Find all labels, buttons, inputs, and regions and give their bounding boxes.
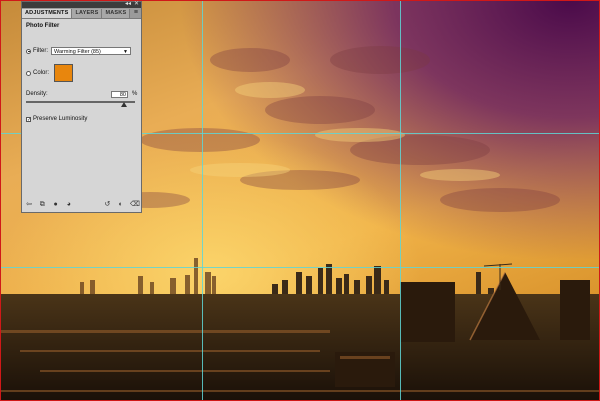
tab-layers[interactable]: LAYERS — [72, 9, 103, 18]
density-label: Density: — [26, 91, 48, 97]
adjustment-title: Photo Filter — [26, 23, 60, 29]
color-row: Color: — [26, 64, 74, 82]
density-row: Density: — [26, 91, 48, 97]
filter-row: Filter: Warming Filter (85) ▼ — [26, 47, 131, 55]
panel-tabs: ADJUSTMENTS LAYERS MASKS ≡ — [22, 8, 141, 19]
back-arrow-icon[interactable]: ⇦ — [25, 201, 33, 209]
color-label: Color: — [33, 70, 50, 76]
filter-select[interactable]: Warming Filter (85) ▼ — [51, 47, 131, 55]
guide-vertical[interactable] — [400, 0, 401, 401]
panel-menu-icon[interactable]: ≡ — [134, 9, 138, 17]
preserve-label: Preserve Luminosity — [33, 116, 88, 122]
preserve-row: ✓ Preserve Luminosity — [26, 116, 87, 122]
view-previous-icon[interactable]: ◕ — [65, 201, 73, 209]
color-swatch[interactable] — [54, 64, 74, 82]
collapse-icon[interactable]: ◂◂ — [125, 1, 131, 8]
trash-icon[interactable]: ⌫ — [130, 201, 140, 209]
panel-toolbar: ⇦ ⧉ ● ◕ ↺ ◐ ⌫ — [22, 198, 141, 212]
chevron-down-icon: ▼ — [123, 49, 128, 55]
filter-radio[interactable] — [26, 48, 31, 54]
visibility-toggle-icon[interactable]: ◐ — [117, 201, 125, 209]
density-unit: % — [132, 91, 138, 97]
adjustments-panel: ◂◂ ✕ ADJUSTMENTS LAYERS MASKS ≡ Photo Fi… — [21, 1, 142, 213]
guide-horizontal[interactable] — [0, 267, 600, 268]
density-input[interactable]: 80 — [111, 91, 128, 98]
guide-vertical[interactable] — [202, 0, 203, 401]
density-slider-thumb[interactable] — [121, 102, 127, 107]
filter-label: Filter: — [33, 48, 48, 54]
filter-select-value: Warming Filter (85) — [54, 49, 101, 55]
reset-icon[interactable]: ↺ — [103, 201, 111, 209]
density-slider[interactable] — [26, 101, 135, 103]
visibility-eye-icon[interactable]: ● — [52, 201, 60, 209]
tab-adjustments[interactable]: ADJUSTMENTS — [22, 9, 73, 18]
color-radio[interactable] — [26, 70, 31, 76]
preserve-checkbox[interactable]: ✓ — [26, 116, 31, 122]
tab-masks[interactable]: MASKS — [102, 9, 131, 18]
clip-to-layer-icon[interactable]: ⧉ — [38, 201, 46, 209]
close-icon[interactable]: ✕ — [134, 1, 139, 8]
